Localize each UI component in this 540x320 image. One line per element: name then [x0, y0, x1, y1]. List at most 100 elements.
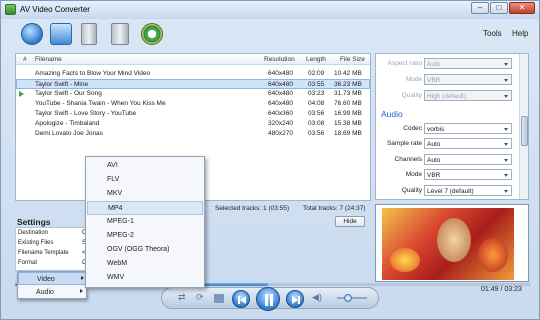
shuffle-icon[interactable]: ⟳ [196, 292, 204, 303]
audio-mode-select[interactable]: VBR [424, 169, 512, 180]
hide-button[interactable]: Hide [335, 216, 365, 227]
select-value: Auto [427, 60, 441, 68]
format-item-mkv[interactable]: MKV [87, 187, 203, 201]
convert-context-menu: Video Audio [17, 271, 87, 299]
select-value: vorbis [427, 125, 445, 133]
format-label: WMV [107, 274, 125, 281]
format-label: MPEG-2 [107, 232, 134, 239]
minimize-button[interactable]: – [471, 2, 489, 14]
table-row-playing[interactable]: Taylor Swift - Our Song 640x480 03:23 31… [16, 89, 370, 99]
video-quality-select[interactable]: High (default) [424, 90, 512, 101]
format-item-ogv[interactable]: OGV (OGG Theora) [87, 243, 203, 257]
format-item-wmv[interactable]: WMV [87, 271, 203, 285]
row-resolution: 320x240 [268, 120, 293, 127]
pause-icon [265, 294, 273, 306]
add-file-icon[interactable] [21, 23, 43, 45]
codec-select[interactable]: vorbis [424, 123, 512, 134]
setting-existing-files[interactable]: Existing Files S [16, 239, 94, 248]
col-file-size[interactable]: File Size [340, 56, 365, 63]
channels-select[interactable]: Auto [424, 154, 512, 165]
menu-tools[interactable]: Tools [483, 29, 502, 38]
row-size: 36.23 MB [334, 81, 362, 88]
row-filename: Taylor Swift - Our Song [35, 90, 102, 97]
row-length: 03:56 [308, 130, 325, 137]
delete-icon[interactable] [81, 23, 97, 45]
chevron-down-icon [504, 159, 508, 162]
title-bar: AV Video Converter – □ ✕ [1, 1, 539, 19]
format-item-mpeg1[interactable]: MPEG-1 [87, 215, 203, 229]
row-length: 03:23 [308, 90, 325, 97]
format-item-flv[interactable]: FLV [87, 173, 203, 187]
maximize-button[interactable]: □ [490, 2, 508, 14]
col-length[interactable]: Length [306, 56, 326, 63]
menu-help[interactable]: Help [512, 29, 528, 38]
prop-label-audio-mode: Mode [405, 171, 422, 178]
add-folder-icon[interactable] [50, 23, 72, 45]
table-row[interactable]: Amazing Facts to Blow Your Mind Video 64… [16, 69, 370, 79]
stop-icon[interactable] [214, 294, 224, 303]
table-row[interactable]: Apologize - Timbaland 320x240 03:08 15.3… [16, 119, 370, 129]
row-resolution: 640x480 [268, 81, 293, 88]
prop-label-aspect-ratio: Aspect ratio [387, 60, 422, 67]
table-row-selected[interactable]: Taylor Swift - Mine 640x480 03:55 36.23 … [16, 79, 370, 89]
format-item-avi[interactable]: AVI [87, 159, 203, 173]
row-filename: Taylor Swift - Love Story - YouTube [35, 110, 137, 117]
window-title: AV Video Converter [20, 5, 90, 14]
format-item-webm[interactable]: WebM [87, 257, 203, 271]
format-label: OGV (OGG Theora) [107, 246, 170, 253]
audio-quality-select[interactable]: Level 7 (default) [424, 185, 512, 196]
volume-icon[interactable]: ◀) [312, 292, 322, 303]
settings-panel: Destination C Existing Files S Filename … [15, 227, 95, 271]
setting-filename-template[interactable]: Filename Template < [16, 249, 94, 258]
menu-item-label: Video [37, 276, 55, 283]
next-icon [292, 296, 300, 304]
setting-destination[interactable]: Destination C [16, 229, 94, 238]
scrollbar-thumb[interactable] [521, 116, 528, 146]
previous-icon [238, 296, 246, 304]
row-size: 15.38 MB [334, 120, 362, 127]
previous-button[interactable] [232, 290, 250, 308]
col-num[interactable]: # [23, 56, 27, 63]
settings-title: Settings [17, 217, 51, 227]
menu-item-video[interactable]: Video [18, 272, 86, 285]
sample-rate-select[interactable]: Auto [424, 138, 512, 149]
table-row[interactable]: YouTube - Shania Twain - When You Kiss M… [16, 99, 370, 109]
format-label: MPEG-1 [107, 218, 134, 225]
aspect-ratio-select[interactable]: Auto [424, 58, 512, 69]
row-resolution: 640x480 [268, 70, 293, 77]
row-resolution: 640x480 [268, 90, 293, 97]
pause-button[interactable] [256, 287, 280, 311]
col-filename[interactable]: Filename [35, 56, 62, 63]
row-filename: Demi Lovato Joe Jonas [35, 130, 103, 137]
menu-item-audio[interactable]: Audio [18, 286, 86, 299]
properties-scrollbar[interactable] [519, 54, 528, 199]
prop-label-codec: Codec [403, 125, 422, 132]
chevron-down-icon [504, 128, 508, 131]
prop-label-channels: Channels [394, 156, 422, 163]
convert-icon[interactable] [141, 23, 163, 45]
chevron-down-icon [504, 190, 508, 193]
table-row[interactable]: Demi Lovato Joe Jonas 480x270 03:56 18.6… [16, 129, 370, 139]
select-value: VBR [427, 76, 441, 84]
format-item-mp4[interactable]: MP4 [87, 201, 203, 215]
volume-knob[interactable] [343, 294, 352, 302]
row-length: 03:55 [308, 81, 325, 88]
select-value: VBR [427, 171, 441, 179]
video-mode-select[interactable]: VBR [424, 74, 512, 85]
format-submenu: AVI FLV MKV MP4 MPEG-1 MPEG-2 OGV (OGG T… [85, 156, 205, 288]
table-row[interactable]: Taylor Swift - Love Story - YouTube 640x… [16, 109, 370, 119]
format-item-mpeg2[interactable]: MPEG-2 [87, 229, 203, 243]
repeat-icon[interactable]: ⇄ [178, 292, 186, 303]
next-button[interactable] [286, 290, 304, 308]
properties-panel: Aspect ratio Auto Mode VBR Quality High … [375, 53, 529, 200]
col-resolution[interactable]: Resolution [264, 56, 295, 63]
clear-list-icon[interactable] [111, 23, 129, 45]
volume-slider[interactable] [337, 297, 367, 299]
setting-format[interactable]: Format C [16, 259, 94, 268]
row-size: 16.99 MB [334, 110, 362, 117]
close-button[interactable]: ✕ [509, 2, 535, 14]
row-size: 76.60 MB [334, 100, 362, 107]
prop-label-quality: Quality [401, 92, 422, 99]
app-icon [5, 4, 16, 15]
row-resolution: 640x360 [268, 110, 293, 117]
